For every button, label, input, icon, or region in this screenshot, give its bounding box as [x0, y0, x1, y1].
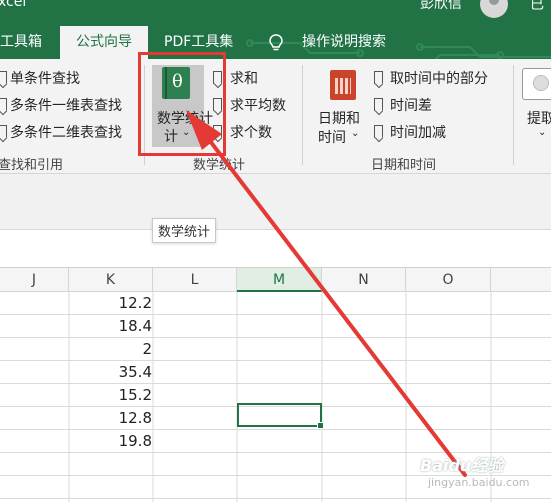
- group-label-math: 数学统计: [193, 158, 246, 173]
- watermark-domain: jingyan.baidu.com: [428, 476, 530, 489]
- group-label-lookup: 查找和引用: [0, 158, 64, 173]
- window-control-icon[interactable]: 已: [530, 0, 544, 14]
- column-header-k[interactable]: K: [69, 268, 153, 292]
- chevron-down-icon: ⌄: [538, 127, 547, 138]
- tab-tell-me[interactable]: 操作说明搜索: [268, 26, 408, 59]
- column-header-p[interactable]: [491, 268, 551, 292]
- column-header-m[interactable]: M: [237, 268, 322, 292]
- count-button[interactable]: 求个数: [230, 122, 272, 142]
- ribbon-tab-bar: 工具箱 公式向导 PDF工具集 操作说明搜索: [0, 26, 551, 59]
- datetime-button-label-2[interactable]: 时间: [318, 127, 346, 147]
- cell-k7[interactable]: 19.8: [68, 432, 152, 450]
- bookmark-icon: [374, 98, 383, 111]
- cell-k6[interactable]: 12.8: [68, 409, 152, 427]
- avatar[interactable]: [480, 0, 508, 18]
- window-title: xcel: [0, 0, 27, 10]
- column-header-o[interactable]: O: [406, 268, 491, 292]
- cell-k5[interactable]: 15.2: [68, 386, 152, 404]
- chevron-down-icon: ⌄: [351, 128, 360, 139]
- multi-condition-2d-lookup-button[interactable]: 多条件二维表查找: [10, 122, 122, 142]
- selected-cell[interactable]: [237, 403, 324, 429]
- tab-tell-me-label: 操作说明搜索: [302, 34, 386, 50]
- calendar-icon: [330, 70, 356, 100]
- group-divider: [302, 65, 303, 165]
- ribbon-panel: 单条件查找 多条件一维表查找 多条件二维表查找 查找和引用 θ 数学统计 计 ⌄…: [0, 59, 551, 174]
- bookmark-icon: [0, 98, 7, 111]
- datetime-button-label[interactable]: 日期和: [318, 108, 360, 128]
- multi-condition-1d-lookup-button[interactable]: 多条件一维表查找: [10, 95, 122, 115]
- cell-k1[interactable]: 12.2: [68, 294, 152, 312]
- user-name[interactable]: 彭欣信: [420, 0, 462, 13]
- single-condition-lookup-button[interactable]: 单条件查找: [10, 68, 80, 88]
- column-header-l[interactable]: L: [153, 268, 237, 292]
- watermark-logo: Baidu经验: [420, 456, 504, 475]
- extract-button[interactable]: 提取: [527, 108, 551, 128]
- bookmark-icon: [0, 71, 7, 84]
- column-header-j[interactable]: J: [0, 268, 69, 292]
- average-button[interactable]: 求平均数: [230, 95, 286, 115]
- group-label-datetime: 日期和时间: [371, 158, 437, 173]
- time-part-button[interactable]: 取时间中的部分: [390, 68, 488, 88]
- title-bar: xcel 彭欣信 已: [0, 0, 551, 26]
- lightbulb-icon: [269, 34, 283, 51]
- formula-bar[interactable]: [0, 230, 551, 268]
- column-header-n[interactable]: N: [322, 268, 406, 292]
- bookmark-icon: [0, 125, 7, 138]
- extract-icon: [522, 68, 551, 100]
- tooltip: 数学统计: [152, 218, 217, 243]
- cell-k2[interactable]: 18.4: [68, 317, 152, 335]
- sum-button[interactable]: 求和: [230, 68, 258, 88]
- tab-formula-wizard[interactable]: 公式向导: [60, 26, 148, 59]
- group-divider: [513, 65, 514, 165]
- cell-k3[interactable]: 2: [68, 340, 152, 358]
- bookmark-icon: [374, 71, 383, 84]
- annotation-highlight-box: [138, 52, 226, 156]
- toolbar-band: [0, 174, 551, 230]
- cell-k4[interactable]: 35.4: [68, 363, 152, 381]
- time-add-button[interactable]: 时间加减: [390, 122, 446, 142]
- time-diff-button[interactable]: 时间差: [390, 95, 432, 115]
- bookmark-icon: [374, 125, 383, 138]
- tab-toolbox[interactable]: 工具箱: [0, 26, 52, 59]
